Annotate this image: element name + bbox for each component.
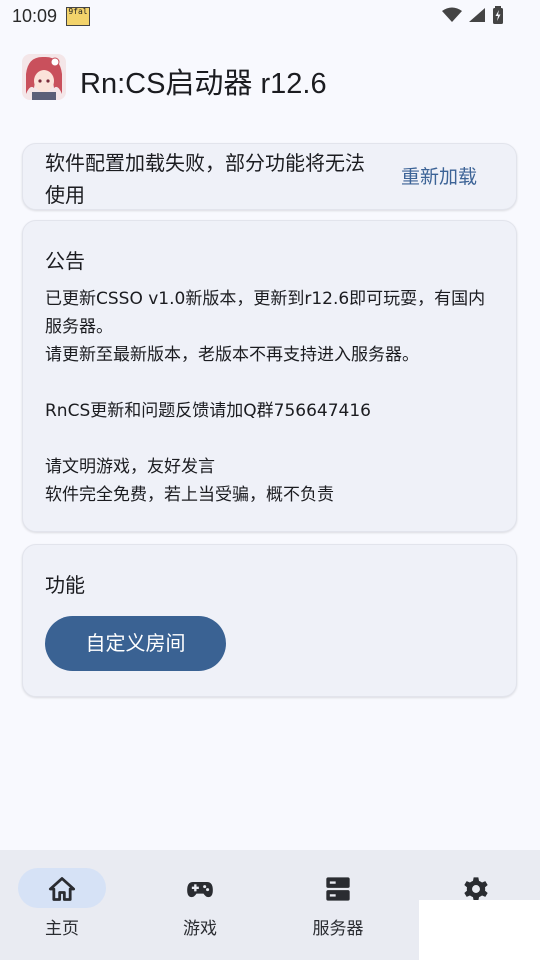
- notice-line: 请更新至最新版本，老版本不再支持进入服务器。: [45, 345, 419, 365]
- nav-label-home: 主页: [45, 919, 79, 939]
- notice-line: 软件完全免费，若上当受骗，概不负责: [45, 485, 334, 505]
- battery-icon: [493, 6, 503, 24]
- notification-app-icon: 9fal: [66, 7, 90, 26]
- app-header: Rn:CS启动器 r12.6: [0, 44, 540, 114]
- status-icons: [442, 6, 504, 24]
- app-title: Rn:CS启动器 r12.6: [80, 68, 327, 100]
- gamepad-icon: [187, 882, 213, 898]
- notice-card: 公告 已更新CSSO v1.0新版本，更新到r12.6即可玩耍，有国内服务器。 …: [22, 220, 517, 532]
- reload-button[interactable]: 重新加载: [401, 162, 477, 189]
- config-error-card: 软件配置加载失败，部分功能将无法使用 重新加载: [22, 143, 517, 210]
- nav-item-servers[interactable]: 服务器: [283, 850, 393, 960]
- notice-title: 公告: [45, 249, 85, 273]
- wifi-icon: [442, 7, 462, 22]
- notice-line: 请文明游戏，友好发言: [45, 457, 215, 477]
- nav-label-games: 游戏: [183, 919, 217, 939]
- config-error-message: 软件配置加载失败，部分功能将无法使用: [45, 151, 365, 207]
- status-time: 10:09: [12, 6, 58, 26]
- feature-card: 功能 自定义房间: [22, 544, 517, 697]
- nav-item-home[interactable]: 主页: [7, 850, 117, 960]
- notice-line: RnCS更新和问题反馈请加Q群756647416: [45, 401, 371, 421]
- settings-icon: [464, 877, 488, 901]
- home-icon: [48, 877, 76, 901]
- overlay-block: [419, 900, 540, 960]
- feature-title: 功能: [45, 573, 85, 597]
- nav-label-servers: 服务器: [312, 919, 364, 939]
- notice-body: 已更新CSSO v1.0新版本，更新到r12.6即可玩耍，有国内服务器。 请更新…: [45, 285, 500, 509]
- signal-icon: [469, 8, 485, 22]
- custom-room-button[interactable]: 自定义房间: [45, 616, 226, 671]
- server-icon: [326, 877, 350, 901]
- app-logo: [22, 54, 66, 100]
- notice-line: [45, 369, 500, 397]
- notice-line: 已更新CSSO v1.0新版本，更新到r12.6即可玩耍，有国内服务器。: [45, 289, 486, 337]
- notice-line: [45, 425, 500, 453]
- nav-item-games[interactable]: 游戏: [145, 850, 255, 960]
- status-bar: 10:09 9fal: [0, 0, 540, 32]
